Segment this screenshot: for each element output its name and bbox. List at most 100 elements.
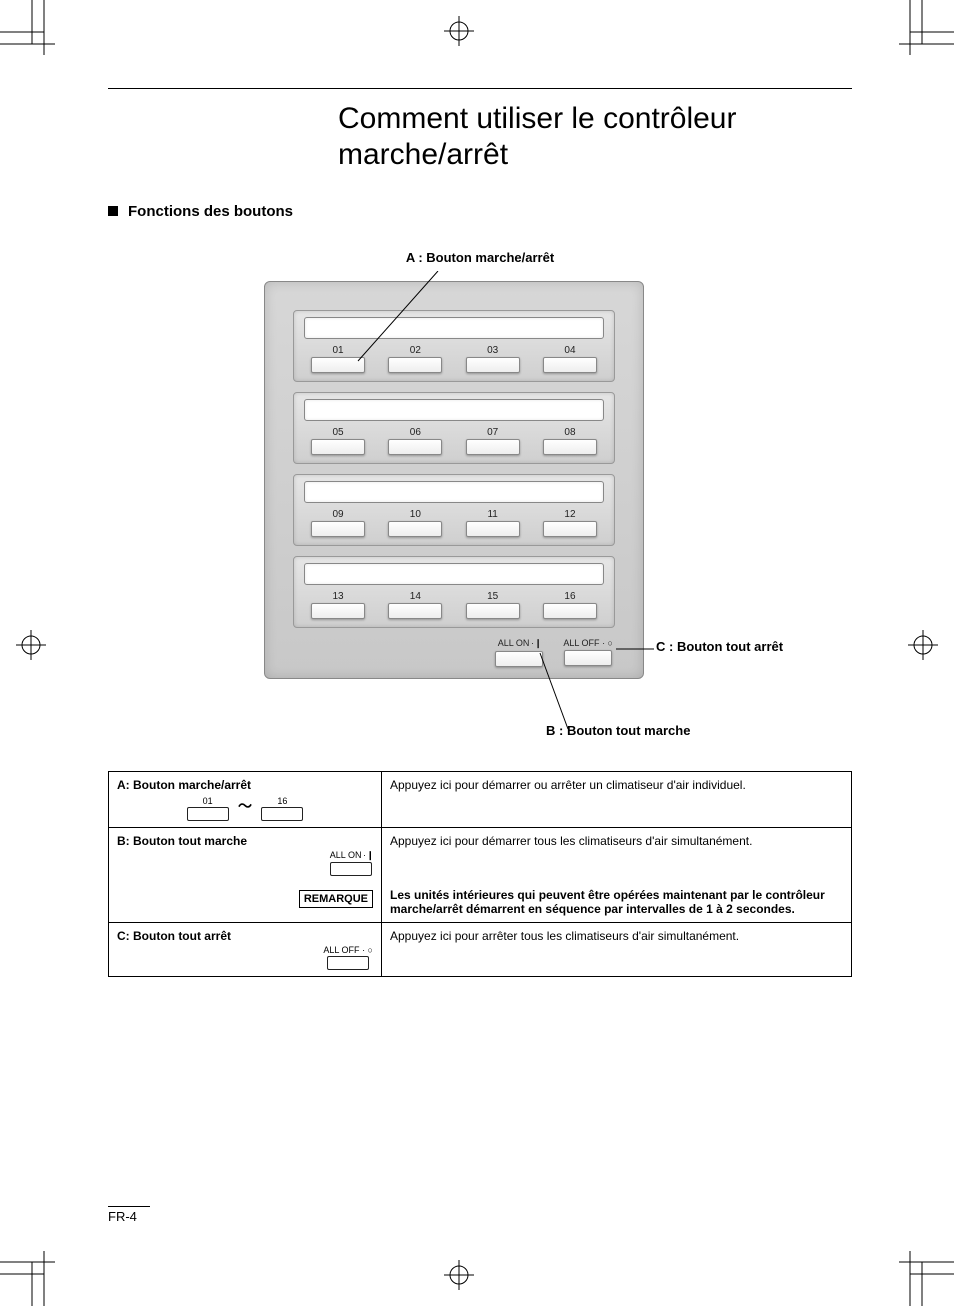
unit-button-06[interactable] [388, 439, 442, 455]
mini-button-icon [327, 956, 369, 970]
all-on-group: ALL ON [495, 638, 543, 667]
unit-14: 14 [381, 591, 449, 619]
unit-07: 07 [459, 427, 527, 455]
unit-number-label: 13 [304, 591, 372, 602]
unit-03: 03 [459, 345, 527, 373]
unit-11: 11 [459, 509, 527, 537]
controller-panel: 01020304050607080910111213141516 ALL ON … [264, 281, 644, 679]
unit-number-label: 16 [536, 591, 604, 602]
mini-button-icon [261, 807, 303, 821]
square-bullet-icon [108, 206, 118, 216]
top-rule [108, 88, 852, 89]
page-title-line1: Comment utiliser le contrôleur [338, 101, 852, 137]
unit-button-12[interactable] [543, 521, 597, 537]
callout-c-label: C : Bouton tout arrêt [656, 639, 783, 654]
unit-button-02[interactable] [388, 357, 442, 373]
unit-button-16[interactable] [543, 603, 597, 619]
unit-12: 12 [536, 509, 604, 537]
section-heading-text: Fonctions des boutons [128, 203, 293, 220]
button-row-group: 05 06 07 08 [293, 392, 615, 464]
all-on-mini-label: ALL ON [330, 850, 373, 860]
unit-15: 15 [459, 591, 527, 619]
all-off-group: ALL OFF [563, 638, 613, 667]
unit-number-label: 04 [536, 345, 604, 356]
range-to-icon: 16 [261, 796, 303, 821]
page-number: FR-4 [108, 1209, 137, 1224]
button-row-group: 13 14 15 16 [293, 556, 615, 628]
all-off-button[interactable] [564, 650, 612, 666]
unit-number-label: 11 [459, 509, 527, 520]
table-row: B: Bouton tout marche ALL ON Appuyez ici… [109, 828, 852, 883]
unit-number-label: 09 [304, 509, 372, 520]
unit-01: 01 [304, 345, 372, 373]
lcd-strip [304, 317, 604, 339]
row-b-note: Les unités intérieures qui peuvent être … [382, 882, 852, 923]
row-c-desc: Appuyez ici pour arrêter tous les climat… [382, 923, 852, 977]
unit-10: 10 [381, 509, 449, 537]
unit-button-14[interactable] [388, 603, 442, 619]
callout-a-label: A : Bouton marche/arrêt [108, 250, 852, 265]
table-row: A: Bouton marche/arrêt 01 〜 16 Appuyez i… [109, 772, 852, 828]
page-title-line2: marche/arrêt [338, 137, 852, 173]
row-c-name: C: Bouton tout arrêt [117, 929, 231, 943]
unit-08: 08 [536, 427, 604, 455]
row-a-desc: Appuyez ici pour démarrer ou arrêter un … [382, 772, 852, 828]
unit-button-03[interactable] [466, 357, 520, 373]
unit-number-label: 01 [304, 345, 372, 356]
unit-button-05[interactable] [311, 439, 365, 455]
unit-button-13[interactable] [311, 603, 365, 619]
all-off-mini-label: ALL OFF [323, 945, 373, 955]
all-off-label: ALL OFF [563, 638, 613, 648]
unit-number-label: 10 [381, 509, 449, 520]
all-on-button[interactable] [495, 651, 543, 667]
unit-button-08[interactable] [543, 439, 597, 455]
lcd-strip [304, 399, 604, 421]
unit-button-10[interactable] [388, 521, 442, 537]
all-on-label: ALL ON [498, 638, 541, 648]
unit-number-label: 06 [381, 427, 449, 438]
unit-number-label: 03 [459, 345, 527, 356]
unit-04: 04 [536, 345, 604, 373]
unit-button-07[interactable] [466, 439, 520, 455]
unit-number-label: 05 [304, 427, 372, 438]
unit-05: 05 [304, 427, 372, 455]
unit-number-label: 08 [536, 427, 604, 438]
unit-16: 16 [536, 591, 604, 619]
unit-number-label: 15 [459, 591, 527, 602]
all-off-mini-icon: ALL OFF [323, 945, 373, 970]
page-footer: FR-4 [108, 1206, 150, 1224]
lcd-strip [304, 481, 604, 503]
unit-02: 02 [381, 345, 449, 373]
unit-button-04[interactable] [543, 357, 597, 373]
unit-number-label: 07 [459, 427, 527, 438]
unit-button-09[interactable] [311, 521, 365, 537]
row-b-name: B: Bouton tout marche [117, 834, 247, 848]
callout-b-label: B : Bouton tout marche [546, 723, 690, 738]
tilde-icon: 〜 [238, 796, 252, 816]
all-on-mini-icon: ALL ON [330, 850, 373, 876]
button-row-group: 01 02 03 04 [293, 310, 615, 382]
section-heading: Fonctions des boutons [108, 203, 852, 220]
unit-number-label: 14 [381, 591, 449, 602]
mini-button-icon [330, 862, 372, 876]
unit-number-label: 02 [381, 345, 449, 356]
table-row: C: Bouton tout arrêt ALL OFF Appuyez ici… [109, 923, 852, 977]
table-row: REMARQUE Les unités intérieures qui peuv… [109, 882, 852, 923]
row-a-name: A: Bouton marche/arrêt [117, 778, 373, 792]
button-row-group: 09 10 11 12 [293, 474, 615, 546]
unit-button-01[interactable] [311, 357, 365, 373]
lcd-strip [304, 563, 604, 585]
unit-button-11[interactable] [466, 521, 520, 537]
unit-number-label: 12 [536, 509, 604, 520]
unit-13: 13 [304, 591, 372, 619]
unit-06: 06 [381, 427, 449, 455]
definitions-table: A: Bouton marche/arrêt 01 〜 16 Appuyez i… [108, 771, 852, 977]
mini-button-icon [187, 807, 229, 821]
unit-09: 09 [304, 509, 372, 537]
range-to-num: 16 [261, 796, 303, 806]
range-from-icon: 01 [187, 796, 229, 821]
range-from-num: 01 [187, 796, 229, 806]
row-b-desc: Appuyez ici pour démarrer tous les clima… [382, 828, 852, 883]
note-box: REMARQUE [299, 890, 373, 908]
unit-button-15[interactable] [466, 603, 520, 619]
